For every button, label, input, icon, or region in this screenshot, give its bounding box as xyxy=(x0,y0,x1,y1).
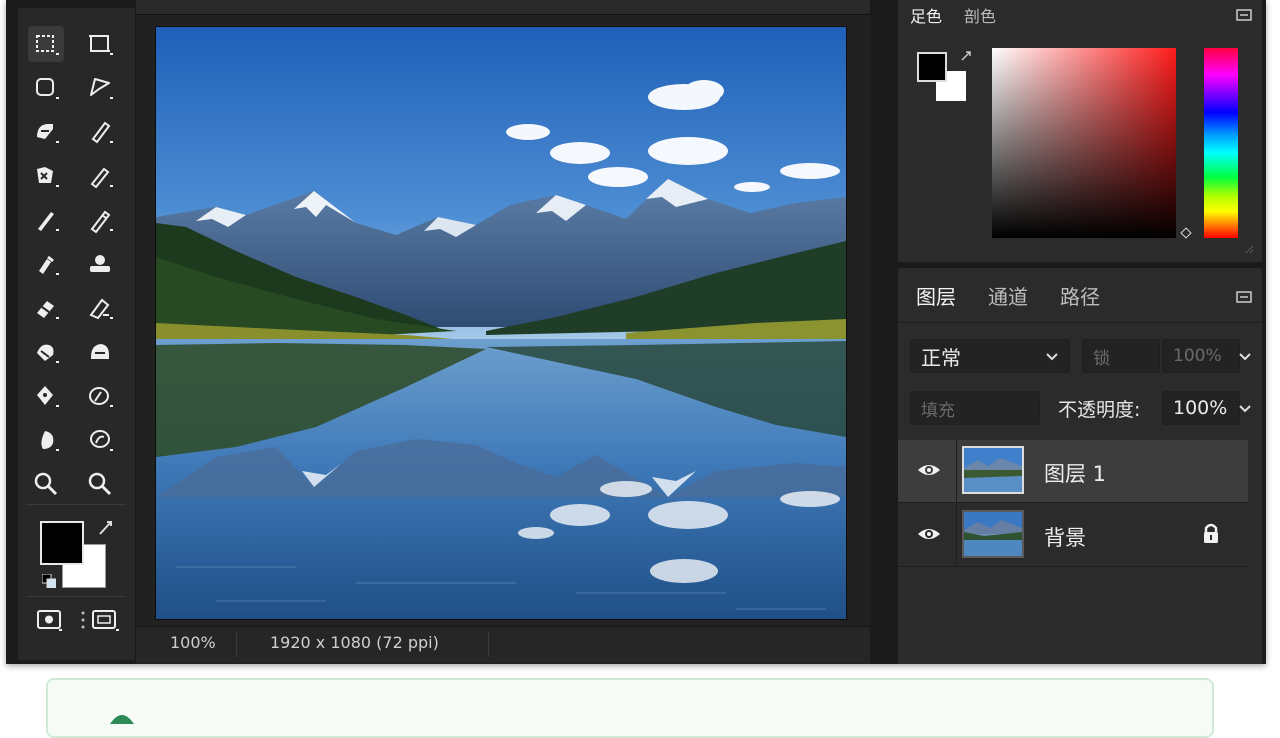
status-divider xyxy=(236,631,237,657)
opacity-field[interactable]: 100% xyxy=(1162,391,1240,425)
layer-divider xyxy=(956,504,957,566)
gradient-icon[interactable] xyxy=(82,290,118,326)
document-size: 1920 x 1080 (72 ppi) xyxy=(270,633,439,652)
lock-icon[interactable] xyxy=(1202,522,1220,544)
layer-divider xyxy=(956,440,957,502)
image-canvas[interactable] xyxy=(156,27,846,619)
document-tab-bar xyxy=(136,0,870,15)
layers-panel-menu-icon[interactable] xyxy=(1236,290,1252,304)
bottom-content-card xyxy=(46,678,1214,738)
ellipse-marquee-icon[interactable] xyxy=(28,70,64,106)
clone-stamp-icon[interactable] xyxy=(28,246,64,282)
lock-field-label: 锁 xyxy=(1093,348,1110,369)
document-workspace: 100% 1920 x 1080 (72 ppi) xyxy=(136,0,870,664)
leaf-icon xyxy=(110,715,134,724)
opacity-value: 100% xyxy=(1173,397,1228,419)
panel-swap-icon[interactable] xyxy=(960,50,972,62)
quick-mask-icon[interactable] xyxy=(34,606,64,634)
artboard-icon[interactable] xyxy=(82,26,118,62)
photoshop-window: 100% 1920 x 1080 (72 ppi) 足色 剖色 图层 通道 路径… xyxy=(6,0,1266,664)
blur-icon[interactable] xyxy=(28,334,64,370)
fill-field-label: 填充 xyxy=(921,400,955,421)
color-picker-marker[interactable] xyxy=(1180,227,1192,239)
layer-thumbnail[interactable] xyxy=(962,510,1024,558)
layer-name[interactable]: 背景 xyxy=(1044,522,1086,552)
path-select-icon[interactable] xyxy=(28,422,64,458)
layer-thumbnail[interactable] xyxy=(962,446,1024,494)
foreground-color-swatch[interactable] xyxy=(40,521,84,565)
status-bar: 100% 1920 x 1080 (72 ppi) xyxy=(136,626,870,663)
tools-panel xyxy=(18,8,135,660)
history-brush-icon[interactable] xyxy=(82,246,118,282)
shape-icon[interactable] xyxy=(82,422,118,458)
blend-mode-row: 正常 锁 100% xyxy=(898,336,1262,376)
zoom-level[interactable]: 100% xyxy=(170,633,216,652)
tab-color[interactable]: 足色 xyxy=(904,0,948,30)
visibility-eye-icon[interactable] xyxy=(916,460,942,480)
layer-row-background[interactable]: 背景 xyxy=(898,504,1248,567)
blend-mode-value: 正常 xyxy=(921,345,961,370)
layer-name[interactable]: 图层 1 xyxy=(1044,458,1106,488)
blend-mode-select[interactable]: 正常 xyxy=(910,339,1070,373)
hue-slider[interactable] xyxy=(1204,48,1238,238)
brush-icon[interactable] xyxy=(82,202,118,238)
quick-select-icon[interactable] xyxy=(28,114,64,150)
chevron-down-icon xyxy=(1046,353,1058,361)
tab-paths[interactable]: 路径 xyxy=(1054,268,1106,322)
lock-field[interactable]: 锁 xyxy=(1082,339,1160,373)
fill-field[interactable]: 填充 xyxy=(910,391,1040,425)
screen-mode-icon[interactable] xyxy=(90,606,120,634)
eraser-icon[interactable] xyxy=(28,290,64,326)
resize-grip-icon[interactable] xyxy=(1244,244,1254,254)
landscape-photo xyxy=(156,27,846,619)
panel-menu-icon[interactable] xyxy=(1236,8,1252,22)
toolbar-divider xyxy=(26,504,126,505)
color-panel: 足色 剖色 xyxy=(898,0,1262,262)
frame-icon[interactable] xyxy=(28,158,64,194)
color-panel-tabs: 足色 剖色 xyxy=(898,0,1262,30)
zoom-icon[interactable] xyxy=(82,466,118,502)
dodge-icon[interactable] xyxy=(82,334,118,370)
layer-row-layer-1[interactable]: 图层 1 xyxy=(898,440,1248,503)
visibility-eye-icon[interactable] xyxy=(916,524,942,544)
rect-marquee-icon[interactable] xyxy=(28,26,64,62)
tab-channels[interactable]: 通道 xyxy=(982,268,1034,322)
toolbar-divider-2 xyxy=(26,596,126,597)
zoom-in-icon[interactable] xyxy=(28,466,64,502)
toolbar-dots xyxy=(78,606,88,634)
type-icon[interactable] xyxy=(82,378,118,414)
tab-swatches[interactable]: 剖色 xyxy=(958,0,1002,30)
default-colors-icon[interactable] xyxy=(42,574,56,588)
pen-icon[interactable] xyxy=(28,378,64,414)
layers-panel-tabs: 图层 通道 路径 xyxy=(898,268,1262,323)
status-divider-2 xyxy=(488,631,489,657)
top-opacity-value: 100% xyxy=(1173,346,1222,366)
opacity-row: 填充 不透明度: 100% xyxy=(898,388,1262,428)
color-spectrum-field[interactable] xyxy=(992,48,1176,238)
panel-foreground-swatch[interactable] xyxy=(917,52,947,82)
right-panels: 足色 剖色 图层 通道 路径 正常 锁 100% 填充 不透明度: 100% 图… xyxy=(894,0,1266,664)
top-opacity-field[interactable]: 100% xyxy=(1162,339,1240,373)
tab-layers[interactable]: 图层 xyxy=(910,268,962,322)
opacity-label: 不透明度: xyxy=(1058,399,1141,421)
crop-icon[interactable] xyxy=(82,114,118,150)
top-opacity-chevron-icon[interactable] xyxy=(1238,352,1252,362)
lasso-icon[interactable] xyxy=(82,70,118,106)
opacity-chevron-icon[interactable] xyxy=(1238,404,1252,414)
eyedropper-icon[interactable] xyxy=(82,158,118,194)
healing-brush-icon[interactable] xyxy=(28,202,64,238)
layers-panel: 图层 通道 路径 正常 锁 100% 填充 不透明度: 100% 图层 1 背景 xyxy=(898,268,1262,664)
swap-colors-icon[interactable] xyxy=(98,520,114,536)
